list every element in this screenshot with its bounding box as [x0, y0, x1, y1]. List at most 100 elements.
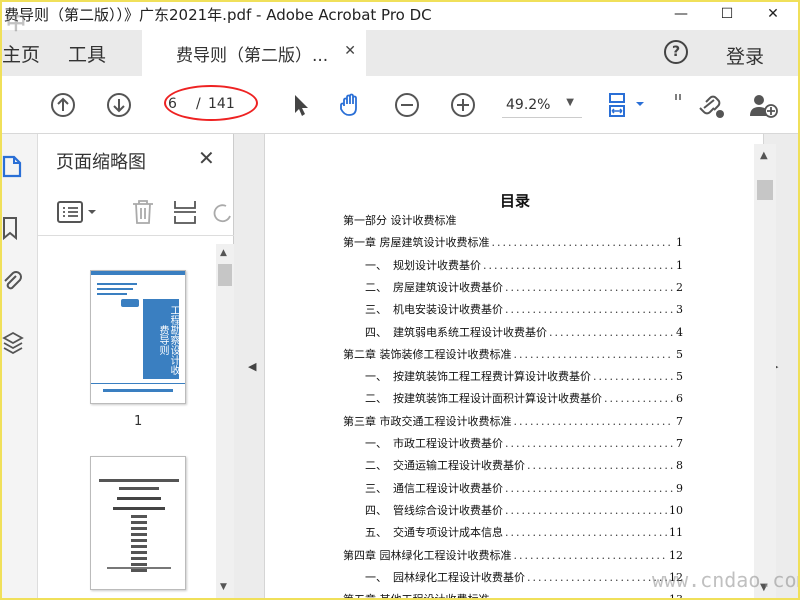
- toc-entry[interactable]: 第四章 园林绿化工程设计收费标准........................…: [343, 547, 683, 565]
- toc-entry-text: 交通专项设计成本信息: [393, 526, 503, 539]
- toc-entry[interactable]: 第一部分 设计收费标准: [343, 212, 683, 230]
- toc-entry[interactable]: 第五章 其他工程设计收费标准..........................…: [343, 591, 683, 598]
- toc-entry-number: 五、: [365, 526, 387, 539]
- minimize-button[interactable]: —: [658, 2, 704, 26]
- toc-entry[interactable]: 一、园林绿化工程设计收费基价..........................…: [343, 569, 683, 587]
- toc-leader-dots: ........................................…: [505, 482, 673, 495]
- toc-entry[interactable]: 一、按建筑装饰工程工程费计算设计收费基价....................…: [343, 368, 683, 386]
- toc-entry[interactable]: 五、 交通专项设计成本信息............................…: [343, 524, 683, 542]
- maximize-button[interactable]: ☐: [704, 2, 750, 26]
- thumbnail-page-2[interactable]: [90, 456, 186, 590]
- watermark-bottom-right: www.cndao.com: [652, 568, 798, 592]
- toc-entry-page: 2: [676, 281, 683, 294]
- window-title: 费导则（第二版））》广东2021年.pdf - Adobe Acrobat Pr…: [4, 6, 432, 24]
- delete-page-icon[interactable]: [130, 198, 156, 226]
- toc-entry-page: 5: [676, 348, 683, 361]
- toc-entry[interactable]: 二、 房屋建筑设计收费基价............................…: [343, 279, 683, 297]
- toc-entry-page: 7: [676, 437, 683, 450]
- main-toolbar: 6 / 141 49.2% ▼: [2, 76, 798, 134]
- tab-home[interactable]: 主页: [2, 40, 40, 67]
- toc-entry-page: 5: [676, 370, 683, 383]
- tab-tools[interactable]: 工具: [68, 40, 106, 67]
- next-page-icon[interactable]: [106, 92, 132, 118]
- toc-entry-page: 3: [676, 303, 683, 316]
- share-link-icon[interactable]: [694, 92, 726, 118]
- thumbnail-toolbar: [38, 186, 234, 236]
- bookmarks-icon[interactable]: [2, 216, 24, 240]
- toc-entry[interactable]: 二、按建筑装饰工程设计面积计算设计收费基价...................…: [343, 390, 683, 408]
- doc-scrollbar-thumb[interactable]: [757, 180, 773, 200]
- toc-entry-page: 9: [676, 482, 683, 495]
- toc-entry-text: 按建筑装饰工程工程费计算设计收费基价: [393, 370, 591, 383]
- doc-scroll-up-icon[interactable]: ▲: [760, 150, 768, 161]
- toc-entry[interactable]: 一、 市政工程设计收费基价............................…: [343, 435, 683, 453]
- toc-entry[interactable]: 三、 机电安装设计收费基价............................…: [343, 301, 683, 319]
- toc-entry-page: 10: [669, 504, 683, 517]
- toc-leader-dots: ........................................…: [505, 281, 673, 294]
- cover-title: 工程勘察设计收费导则: [143, 299, 179, 379]
- rotate-page-icon[interactable]: [210, 198, 232, 226]
- chevron-down-icon: ▼: [566, 97, 574, 108]
- zoom-out-icon[interactable]: [394, 92, 420, 118]
- toc-leader-dots: ........................................…: [492, 593, 668, 598]
- toc-entry-number: 二、: [365, 281, 387, 294]
- login-button[interactable]: 登录: [726, 42, 764, 69]
- toc-entry-number: 四、: [365, 504, 387, 517]
- toc-entry-text: 交通运输工程设计收费基价: [393, 459, 525, 472]
- toc-entry[interactable]: 一、 规划设计收费基价..............................…: [343, 257, 683, 275]
- toc-entry-page: 6: [676, 392, 683, 405]
- close-panel-icon[interactable]: ✕: [198, 146, 215, 170]
- toc-entry-text: 通信工程设计收费基价: [393, 482, 503, 495]
- tab-document[interactable]: 费导则（第二版）... ✕: [142, 30, 366, 76]
- thumbnail-list: 工程勘察设计收费导则 1: [38, 244, 216, 598]
- acrobat-window: 费导则（第二版））》广东2021年.pdf - Adobe Acrobat Pr…: [2, 2, 798, 598]
- toc-entry-text: 房屋建筑设计收费基价: [393, 281, 503, 294]
- toc-leader-dots: ........................................…: [604, 392, 673, 405]
- collapse-left-icon[interactable]: ◀: [248, 360, 256, 373]
- toc-entry[interactable]: 三、 通信工程设计收费基价............................…: [343, 480, 683, 498]
- toc-entry[interactable]: 第二章 装饰装修工程设计收费标准........................…: [343, 346, 683, 364]
- add-user-icon[interactable]: [748, 92, 778, 118]
- toc-entry-text: 市政工程设计收费基价: [393, 437, 503, 450]
- watermark-top-left: 中: [6, 10, 27, 34]
- toc-entry-text: 第五章 其他工程设计收费标准: [343, 591, 490, 598]
- toc-entry-page: 1: [676, 259, 683, 272]
- options-menu-icon[interactable]: [56, 200, 100, 224]
- toc-entry-number: 三、: [365, 482, 387, 495]
- fit-page-icon[interactable]: [606, 92, 646, 118]
- select-tool-icon[interactable]: [288, 92, 314, 118]
- toc-entry-number: 一、: [365, 437, 387, 450]
- tab-bar: 主页 工具 费导则（第二版）... ✕ ? 登录: [2, 30, 798, 76]
- zoom-select[interactable]: 49.2% ▼: [502, 94, 582, 118]
- previous-page-icon[interactable]: [50, 92, 76, 118]
- scroll-down-icon[interactable]: ▼: [220, 582, 227, 592]
- close-tab-icon[interactable]: ✕: [344, 43, 356, 59]
- more-tools-icon[interactable]: [674, 92, 682, 118]
- page-thumbnails-panel: 页面缩略图 ✕ 工程勘察设计收费导则 1 ▲ ▼: [38, 134, 234, 598]
- toc-entry-page: 11: [669, 526, 683, 539]
- close-window-button[interactable]: ✕: [750, 2, 796, 26]
- hand-tool-icon[interactable]: [338, 92, 364, 118]
- toc-entry[interactable]: 四、 管线综合设计收费基价............................…: [343, 502, 683, 520]
- toc-leader-dots: ........................................…: [505, 526, 667, 539]
- layers-icon[interactable]: [2, 330, 24, 354]
- document-scrollbar[interactable]: ▲ ▼: [754, 144, 776, 598]
- toc-entry[interactable]: 第一章 房屋建筑设计收费标准..........................…: [343, 234, 683, 252]
- toc-entry[interactable]: 四、建筑弱电系统工程设计收费基价........................…: [343, 324, 683, 342]
- toc-entry[interactable]: 第三章 市政交通工程设计收费标准........................…: [343, 413, 683, 431]
- toc-leader-dots: ........................................…: [505, 504, 667, 517]
- thumbnail-page-1[interactable]: 工程勘察设计收费导则: [90, 270, 186, 404]
- thumbnail-scrollbar[interactable]: ▲ ▼: [216, 244, 234, 598]
- page-thumbnails-icon[interactable]: [2, 154, 24, 178]
- attachments-icon[interactable]: [2, 270, 24, 294]
- toc-leader-dots: ........................................…: [549, 326, 673, 339]
- toc-entry[interactable]: 二、 交通运输工程设计收费基价..........................…: [343, 457, 683, 475]
- help-icon[interactable]: ?: [664, 40, 688, 64]
- toc-entry-text: 第二章 装饰装修工程设计收费标准: [343, 348, 512, 361]
- scrollbar-thumb[interactable]: [218, 264, 232, 286]
- zoom-in-icon[interactable]: [450, 92, 476, 118]
- panel-title: 页面缩略图: [56, 152, 146, 173]
- scroll-up-icon[interactable]: ▲: [220, 248, 227, 258]
- toc-entry-page: 1: [676, 236, 683, 249]
- extract-page-icon[interactable]: [172, 198, 198, 226]
